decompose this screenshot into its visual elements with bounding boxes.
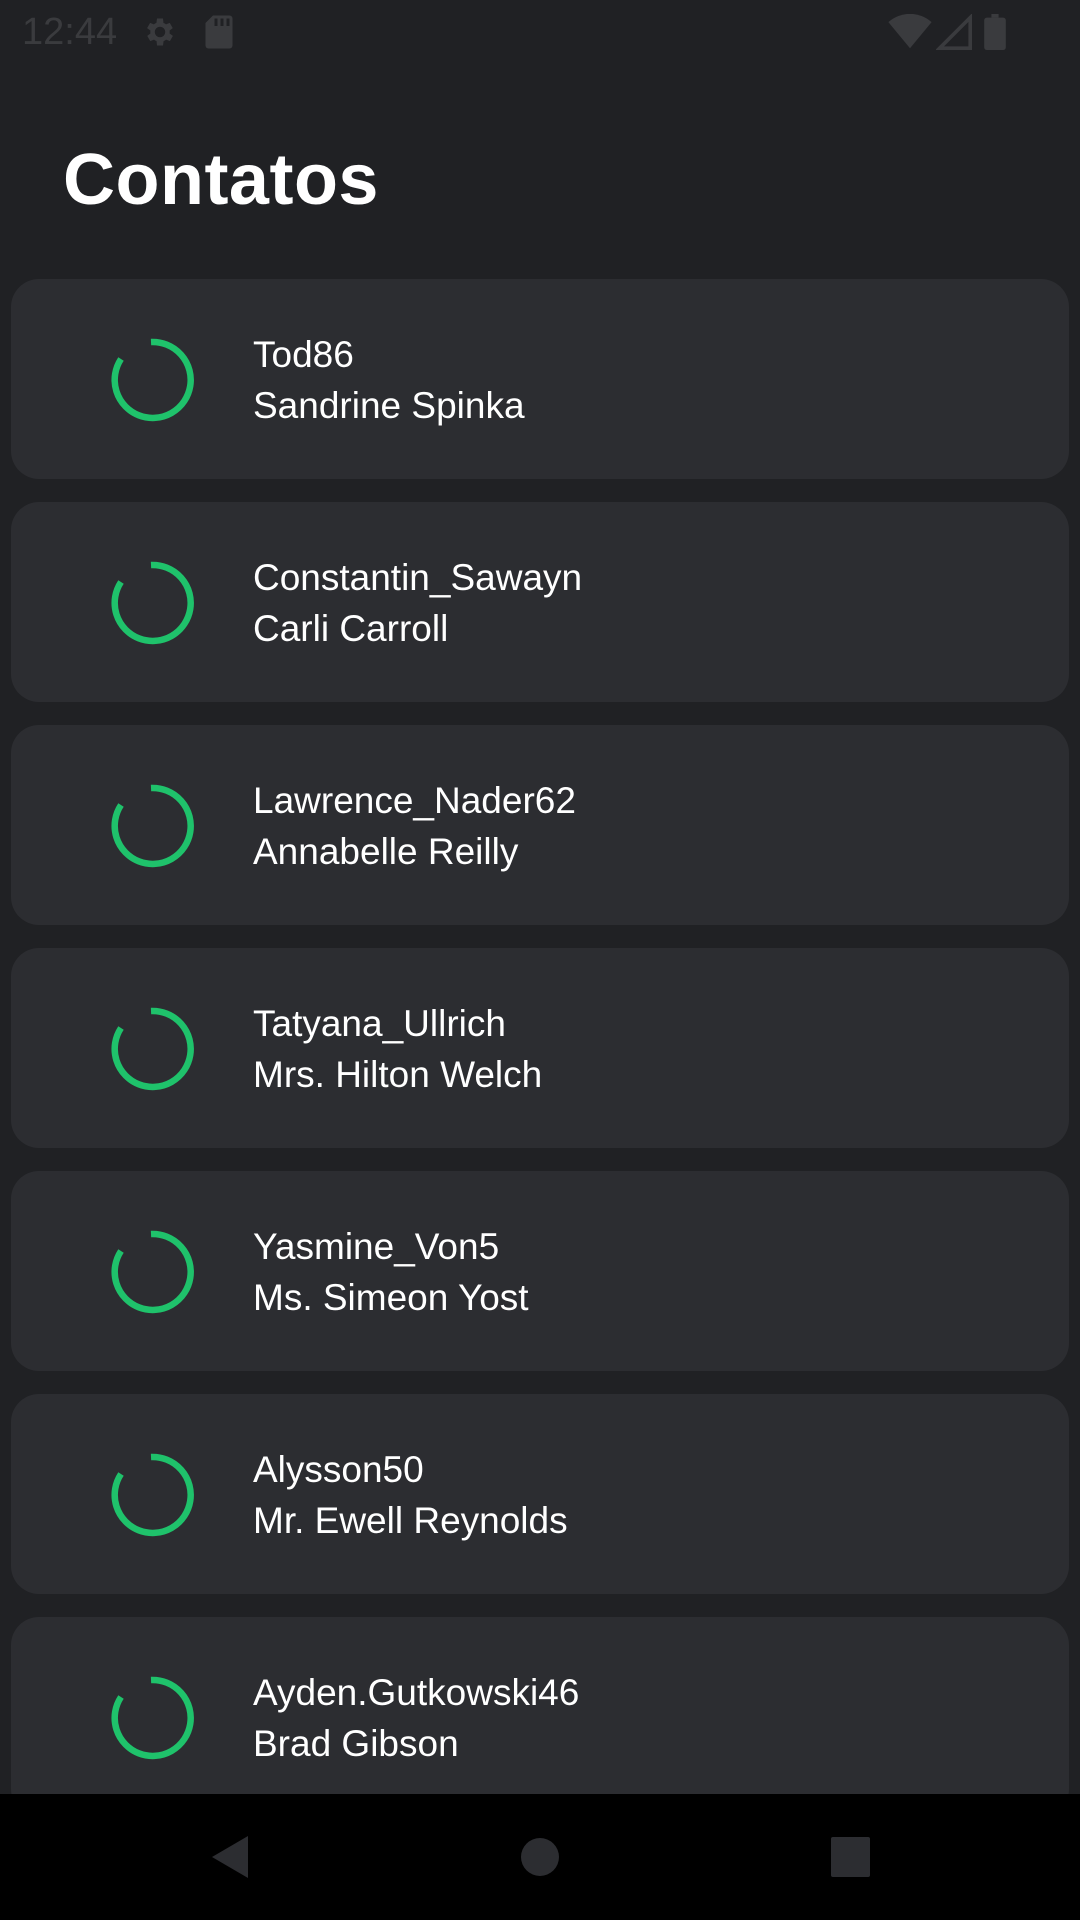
page-title: Contatos	[63, 140, 379, 220]
list-item[interactable]: Alysson50 Mr. Ewell Reynolds	[11, 1394, 1069, 1594]
loading-spinner-icon	[103, 1007, 199, 1091]
contact-name: Mr. Ewell Reynolds	[253, 1500, 568, 1541]
gear-icon	[142, 14, 178, 50]
contact-name: Annabelle Reilly	[253, 831, 519, 872]
recents-icon[interactable]	[810, 1824, 890, 1890]
contact-name: Ms. Simeon Yost	[253, 1277, 529, 1318]
contact-info: Constantin_Sawayn Carli Carroll	[253, 556, 582, 651]
list-item[interactable]: Constantin_Sawayn Carli Carroll	[11, 502, 1069, 702]
list-item[interactable]: Ayden.Gutkowski46 Brad Gibson	[11, 1617, 1069, 1794]
contact-info: Alysson50 Mr. Ewell Reynolds	[253, 1448, 568, 1543]
loading-spinner-icon	[103, 1676, 199, 1760]
loading-spinner-icon	[103, 1230, 199, 1314]
contact-username: Tod86	[253, 334, 354, 375]
wifi-icon	[888, 14, 932, 50]
contact-info: Tod86 Sandrine Spinka	[253, 333, 525, 428]
loading-spinner-icon	[103, 1453, 199, 1537]
contact-username: Alysson50	[253, 1449, 424, 1490]
contact-username: Yasmine_Von5	[253, 1226, 500, 1267]
contact-info: Yasmine_Von5 Ms. Simeon Yost	[253, 1225, 529, 1320]
contact-username: Lawrence_Nader62	[253, 780, 576, 821]
contacts-screen: 12:44 Contatos Tod86 Sandrine Spinka Con…	[0, 0, 1080, 1920]
contact-list[interactable]: Tod86 Sandrine Spinka Constantin_Sawayn …	[11, 279, 1069, 1794]
list-item[interactable]: Tatyana_Ullrich Mrs. Hilton Welch	[11, 948, 1069, 1148]
contact-info: Ayden.Gutkowski46 Brad Gibson	[253, 1671, 579, 1766]
contact-name: Mrs. Hilton Welch	[253, 1054, 543, 1095]
loading-spinner-icon	[103, 338, 199, 422]
contact-username: Ayden.Gutkowski46	[253, 1672, 580, 1713]
contact-info: Lawrence_Nader62 Annabelle Reilly	[253, 779, 576, 874]
list-item[interactable]: Tod86 Sandrine Spinka	[11, 279, 1069, 479]
home-icon[interactable]	[500, 1824, 580, 1890]
list-item[interactable]: Yasmine_Von5 Ms. Simeon Yost	[11, 1171, 1069, 1371]
contact-info: Tatyana_Ullrich Mrs. Hilton Welch	[253, 1002, 542, 1097]
contact-name: Brad Gibson	[253, 1723, 459, 1764]
contact-name: Carli Carroll	[253, 608, 449, 649]
navigation-bar	[0, 1794, 1080, 1920]
status-bar: 12:44	[0, 0, 1080, 63]
contact-username: Tatyana_Ullrich	[253, 1003, 506, 1044]
battery-icon	[984, 14, 1006, 50]
loading-spinner-icon	[103, 784, 199, 868]
sd-card-icon	[204, 14, 234, 50]
contact-username: Constantin_Sawayn	[253, 557, 583, 598]
status-time: 12:44	[22, 11, 118, 53]
list-item[interactable]: Lawrence_Nader62 Annabelle Reilly	[11, 725, 1069, 925]
signal-icon	[936, 14, 972, 50]
back-icon[interactable]	[190, 1824, 270, 1890]
contact-name: Sandrine Spinka	[253, 385, 525, 426]
loading-spinner-icon	[103, 561, 199, 645]
